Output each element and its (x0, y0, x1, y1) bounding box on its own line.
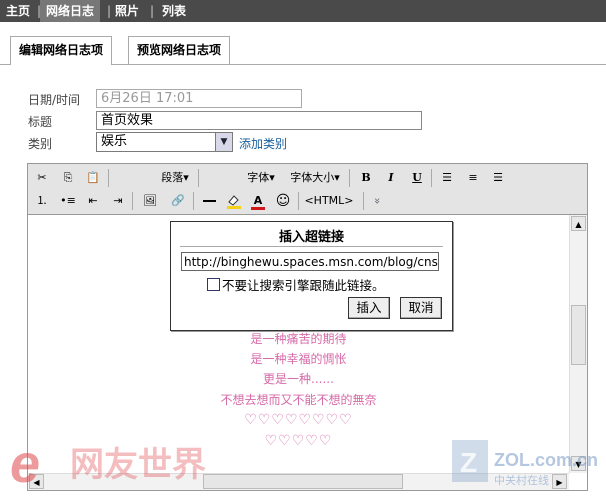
align-right-icon[interactable]: ☰ (488, 168, 508, 188)
toolbar-divider (349, 169, 350, 187)
date-field: 6月26日 17:01 (96, 89, 302, 108)
toolbar-divider (198, 169, 199, 187)
toolbar-divider (431, 169, 432, 187)
bulleted-list-icon[interactable]: •≡ (58, 191, 78, 211)
editor-tabs: 编辑网络日志项 预览网络日志项 (0, 22, 606, 65)
underline-button[interactable]: U (407, 168, 427, 188)
category-select[interactable]: 娱乐 ▼ (96, 132, 233, 152)
category-label: 类别 (28, 137, 53, 151)
toolbar-divider (132, 192, 133, 210)
font-label: 字体 (247, 171, 270, 184)
font-color-icon[interactable]: A (248, 191, 268, 211)
scroll-up-icon[interactable]: ▲ (571, 216, 586, 231)
watermark-text: 网友世界 (70, 445, 206, 485)
toolbar-divider (298, 192, 299, 210)
insert-link-dialog: 插入超链接 http://binghewu.spaces.msn.com/blo… (170, 221, 453, 331)
scroll-thumb[interactable] (571, 305, 586, 365)
editor-toolbar: ✂ ⎘ 📋 段落▾ 字体▾ 字体大小▾ B I U ☰ ≡ ☰ ⒈ •≡ ⇤ ⇥… (28, 164, 587, 215)
url-input[interactable]: http://binghewu.spaces.msn.com/blog/cns!… (181, 252, 439, 271)
toolbar-divider (108, 169, 109, 187)
tab-edit-entry[interactable]: 编辑网络日志项 (10, 36, 113, 65)
highlight-color-icon[interactable] (224, 191, 244, 211)
nav-home[interactable]: 主页 (0, 0, 36, 22)
outdent-icon[interactable]: ⇤ (83, 191, 103, 211)
nav-lists[interactable]: 列表 (156, 0, 192, 22)
nav-blog[interactable]: 网络日志 (40, 0, 101, 22)
tab-preview-entry[interactable]: 预览网络日志项 (128, 36, 231, 64)
cancel-button[interactable]: 取消 (400, 297, 442, 319)
top-nav: 主页 | 网络日志 | 照片 | 列表 (0, 0, 606, 22)
nav-photos[interactable]: 照片 (109, 0, 145, 22)
bold-button[interactable]: B (356, 168, 376, 188)
watermark-logo-right: Z ZOL.com.cn 中关村在线 (450, 436, 604, 492)
toolbar-divider (193, 192, 194, 210)
title-field[interactable]: 首页效果 (96, 111, 422, 130)
add-category-link[interactable]: 添加类别 (239, 135, 287, 152)
more-tools-icon[interactable]: » (367, 191, 387, 211)
nav-separator: | (150, 4, 155, 18)
emoticon-icon[interactable]: ☺ (273, 191, 293, 211)
indent-icon[interactable]: ⇥ (108, 191, 128, 211)
toolbar-divider (363, 192, 364, 210)
italic-button[interactable]: I (381, 168, 401, 188)
align-center-icon[interactable]: ≡ (463, 168, 483, 188)
date-label: 日期/时间 (28, 93, 81, 107)
dialog-divider (180, 246, 443, 247)
title-label: 标题 (28, 115, 53, 129)
scroll-thumb[interactable] (203, 474, 403, 489)
svg-text:Z: Z (460, 447, 477, 478)
vertical-scrollbar[interactable]: ▲ ▼ (569, 215, 587, 473)
content-hearts: ♡♡♡♡♡♡♡♡ (244, 412, 353, 428)
chevron-down-icon: ▾ (183, 171, 189, 184)
content-line: 更是一种...... (263, 372, 334, 386)
content-line: 不想去想而又不能不想的無奈 (220, 393, 377, 407)
insert-button[interactable]: 插入 (348, 297, 390, 319)
chevron-down-icon: ▾ (334, 171, 340, 184)
chevron-down-icon[interactable]: ▼ (215, 133, 232, 151)
content-line: 是一种痛苦的期待 (250, 332, 347, 346)
nofollow-checkbox[interactable] (207, 278, 220, 291)
insert-link-icon[interactable]: 🔗 (168, 191, 188, 211)
cut-icon[interactable]: ✂ (32, 168, 52, 188)
dialog-title: 插入超链接 (278, 230, 344, 245)
watermark-sub: 中关村在线 (494, 473, 549, 487)
font-size-dropdown[interactable]: 字体大小▾ (285, 168, 345, 188)
watermark-logo-left: e 网友世界 (2, 434, 212, 494)
html-view-button[interactable]: <HTML> (301, 191, 357, 211)
chevron-down-icon: ▾ (269, 171, 275, 184)
numbered-list-icon[interactable]: ⒈ (32, 191, 52, 211)
paste-icon[interactable]: 📋 (83, 168, 103, 188)
align-left-icon[interactable]: ☰ (437, 168, 457, 188)
paragraph-label: 段落 (161, 171, 184, 184)
font-color-glyph: A (253, 194, 263, 207)
insert-picture-icon[interactable]: 🖼 (140, 191, 160, 211)
watermark-letter: e (10, 436, 40, 492)
content-line: 是一种幸福的惆怅 (250, 352, 347, 366)
paragraph-dropdown[interactable]: 段落▾ (155, 168, 195, 188)
nofollow-label: 不要让搜索引擎跟随此链接。 (222, 278, 385, 293)
copy-icon[interactable]: ⎘ (58, 168, 78, 188)
category-value: 娱乐 (101, 134, 128, 149)
font-dropdown[interactable]: 字体▾ (240, 168, 282, 188)
font-size-label: 字体大小 (290, 171, 335, 184)
watermark-brand: ZOL.com.cn (494, 450, 598, 470)
horizontal-rule-icon[interactable] (199, 191, 219, 211)
